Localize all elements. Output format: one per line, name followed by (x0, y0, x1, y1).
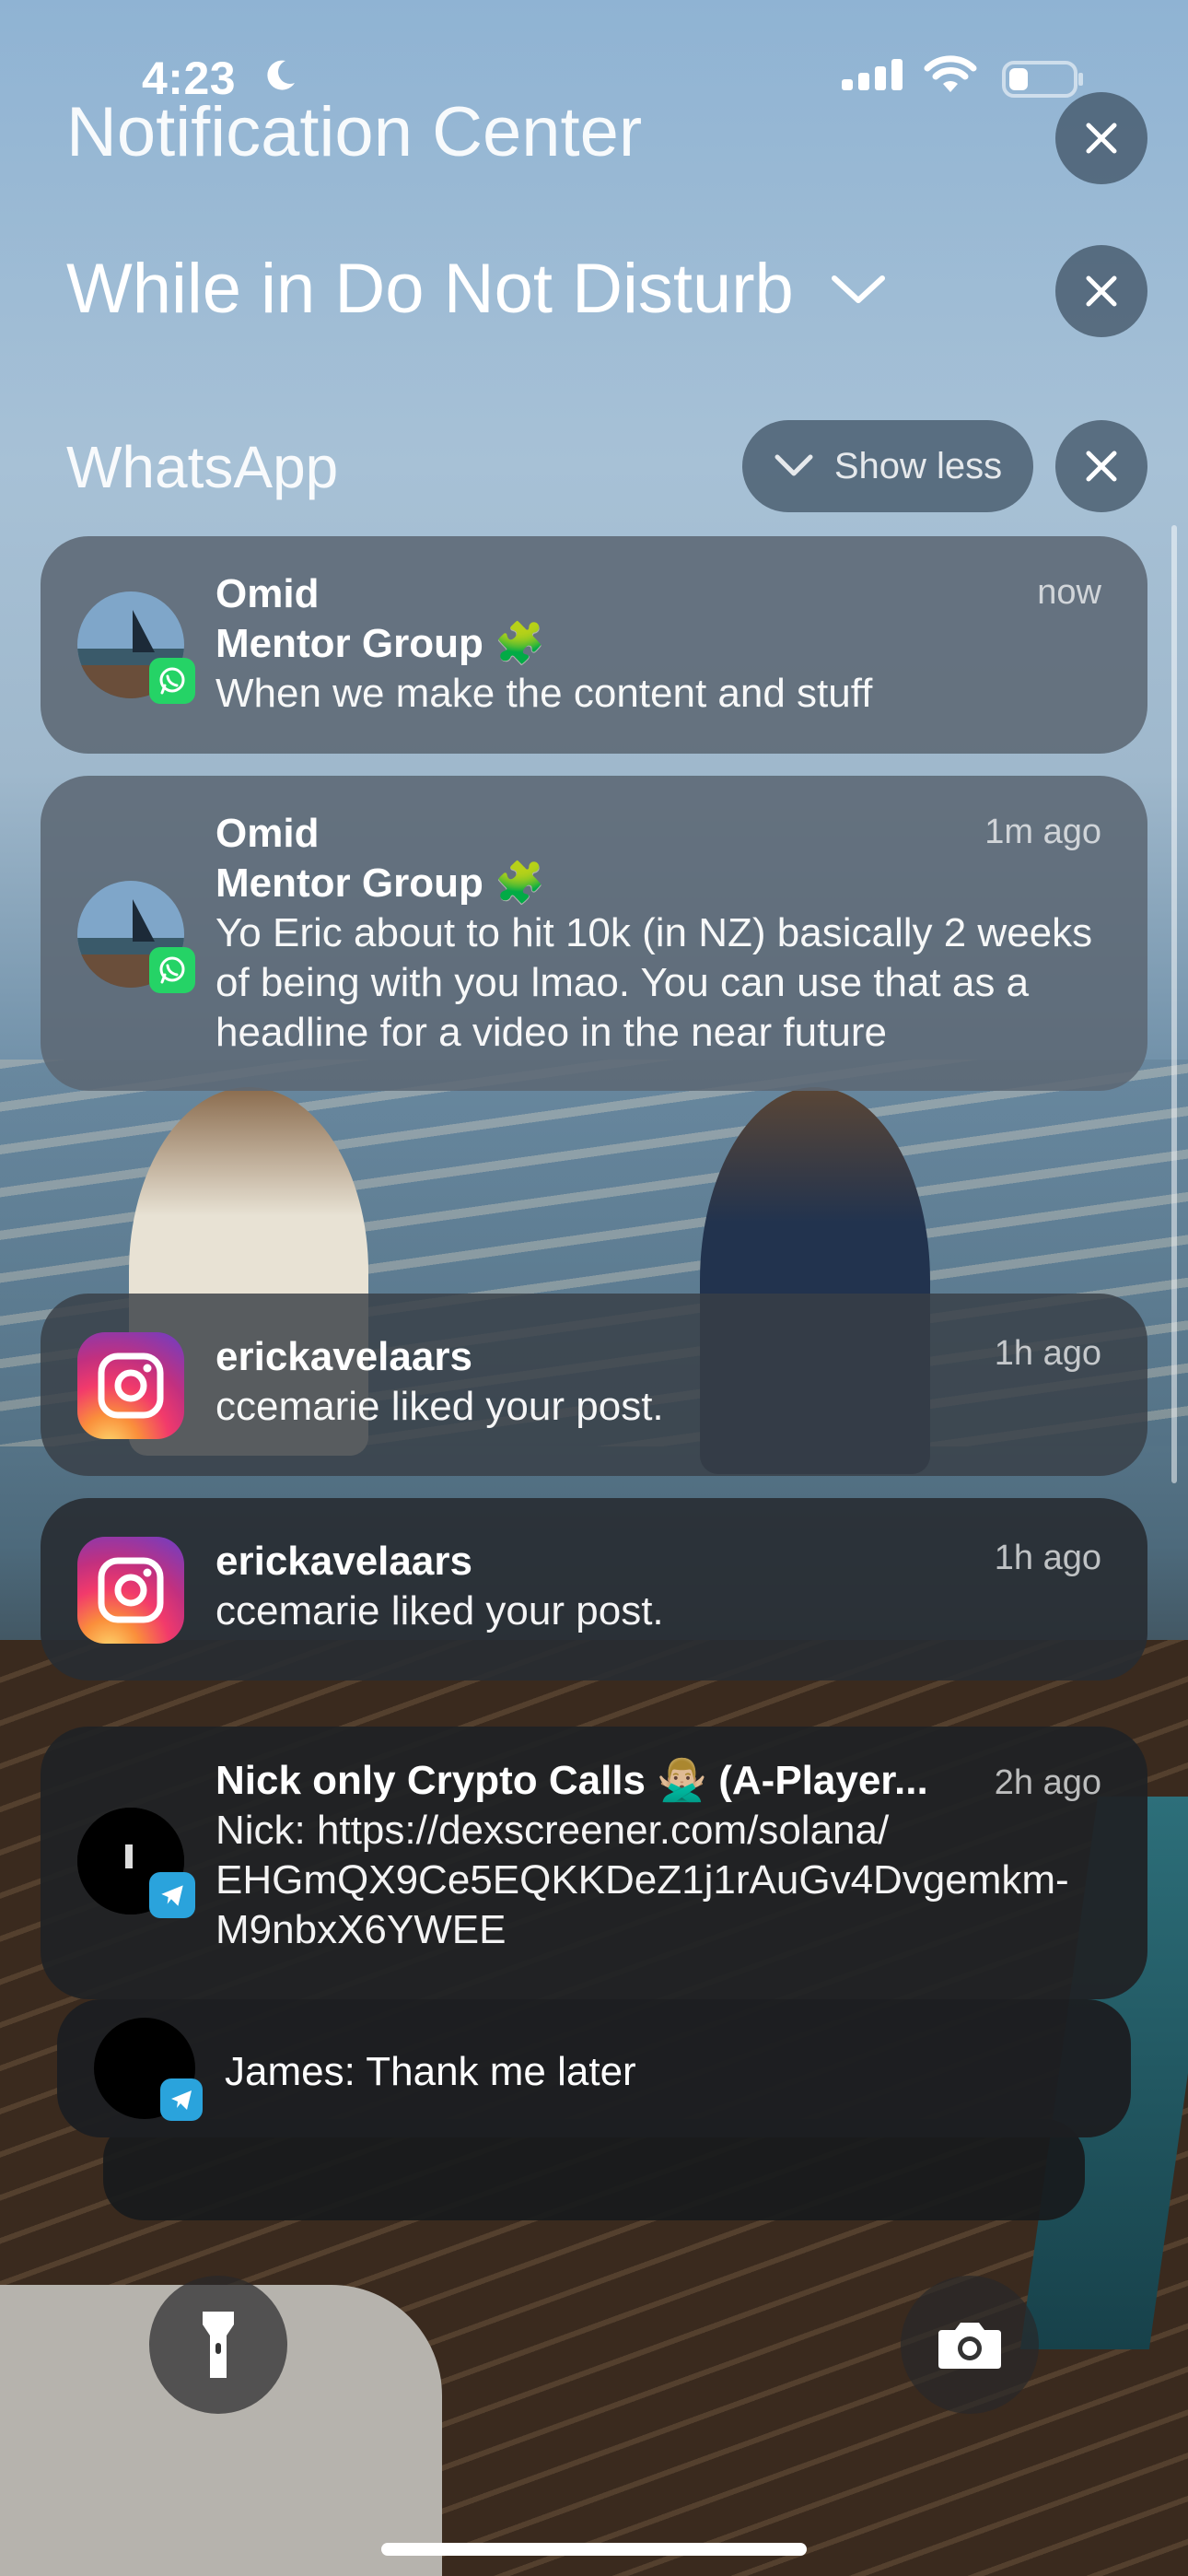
notification-time: 1h ago (994, 1334, 1101, 1373)
notification-message: James: Thank me later (225, 2049, 636, 2094)
chevron-down-icon (775, 454, 813, 476)
notification-body: Omid Mentor Group 🧩 When we make the con… (215, 569, 1105, 719)
battery-icon (1002, 61, 1083, 98)
notification-body: erickavelaars ccemarie liked your post. (215, 1332, 1105, 1432)
notification-stack-card[interactable]: James: Thank me later (57, 1999, 1131, 2137)
notification-sender: Omid (215, 811, 320, 856)
close-icon (1086, 123, 1117, 154)
moon-icon (267, 60, 295, 90)
notification-group: Mentor Group 🧩 (215, 861, 545, 906)
home-indicator[interactable] (381, 2543, 807, 2556)
camera-button[interactable] (901, 2276, 1039, 2414)
notification-body: Nick: https://dexscreener.com/solana/ EH… (215, 1806, 1105, 1955)
notification-message: ccemarie liked your post. (215, 1588, 664, 1633)
chevron-down-icon (831, 275, 885, 303)
notification-body: Nick only Crypto Calls 🙅🏼‍♂️ (A-Player..… (215, 1756, 954, 1806)
flashlight-button[interactable] (149, 2276, 287, 2414)
notification-card[interactable]: erickavelaars ccemarie liked your post. … (41, 1294, 1147, 1476)
close-icon (1086, 451, 1117, 482)
notification-card[interactable]: Omid Mentor Group 🧩 When we make the con… (41, 536, 1147, 754)
focus-filter-label: While in Do Not Disturb (66, 250, 794, 328)
notification-group: Mentor Group 🧩 (215, 621, 545, 666)
notification-time: 1m ago (984, 813, 1101, 851)
wifi-icon (924, 55, 977, 92)
whatsapp-icon (149, 947, 195, 993)
close-icon (1086, 275, 1117, 307)
notification-message-line: Nick: https://dexscreener.com/solana/ (215, 1808, 890, 1853)
whatsapp-icon (149, 658, 195, 704)
notification-body: Omid Mentor Group 🧩 Yo Eric about to hit… (215, 809, 1105, 1058)
group-header: WhatsApp (66, 433, 338, 501)
clear-group-button[interactable] (1055, 420, 1147, 512)
notification-card[interactable]: erickavelaars ccemarie liked your post. … (41, 1498, 1147, 1680)
notification-time: 1h ago (994, 1539, 1101, 1577)
notification-body: erickavelaars ccemarie liked your post. (215, 1537, 1105, 1636)
instagram-icon (77, 1332, 184, 1439)
notification-time: now (1037, 573, 1101, 612)
notification-sender: Omid (215, 571, 320, 616)
notification-center-title: Notification Center (66, 93, 643, 171)
notification-message-line: M9nbxX6YWEE (215, 1907, 507, 1952)
show-less-label: Show less (833, 445, 1003, 486)
telegram-icon (149, 1872, 195, 1918)
scroll-indicator[interactable] (1171, 525, 1177, 1483)
notification-sender: erickavelaars (215, 1334, 472, 1379)
show-less-button[interactable]: Show less (742, 420, 1033, 512)
notification-message: ccemarie liked your post. (215, 1384, 664, 1429)
notification-message-line: EHGmQX9Ce5EQKKDeZ1j1rAuGv4Dvgemkm- (215, 1857, 1069, 1903)
focus-filter-toggle[interactable]: While in Do Not Disturb (66, 249, 886, 329)
notification-message: Yo Eric about to hit 10k (in NZ) basical… (215, 910, 1093, 1055)
notification-card[interactable]: Nick only Crypto Calls 🙅🏼‍♂️ (A-Player..… (41, 1727, 1147, 1999)
notification-sender: erickavelaars (215, 1539, 472, 1584)
clear-all-button[interactable] (1055, 92, 1147, 184)
camera-icon (938, 2323, 1001, 2369)
telegram-icon (160, 2078, 203, 2121)
instagram-icon (77, 1537, 184, 1644)
notification-message: When we make the content and stuff (215, 671, 873, 716)
notification-sender: Nick only Crypto Calls 🙅🏼‍♂️ (A-Player..… (215, 1758, 928, 1803)
clear-focus-button[interactable] (1055, 245, 1147, 337)
flashlight-icon (203, 2312, 234, 2378)
notification-time: 2h ago (994, 1763, 1101, 1802)
notification-card[interactable]: Omid Mentor Group 🧩 Yo Eric about to hit… (41, 776, 1147, 1091)
cellular-signal-icon (842, 59, 903, 90)
group-app-name: WhatsApp (66, 434, 339, 500)
